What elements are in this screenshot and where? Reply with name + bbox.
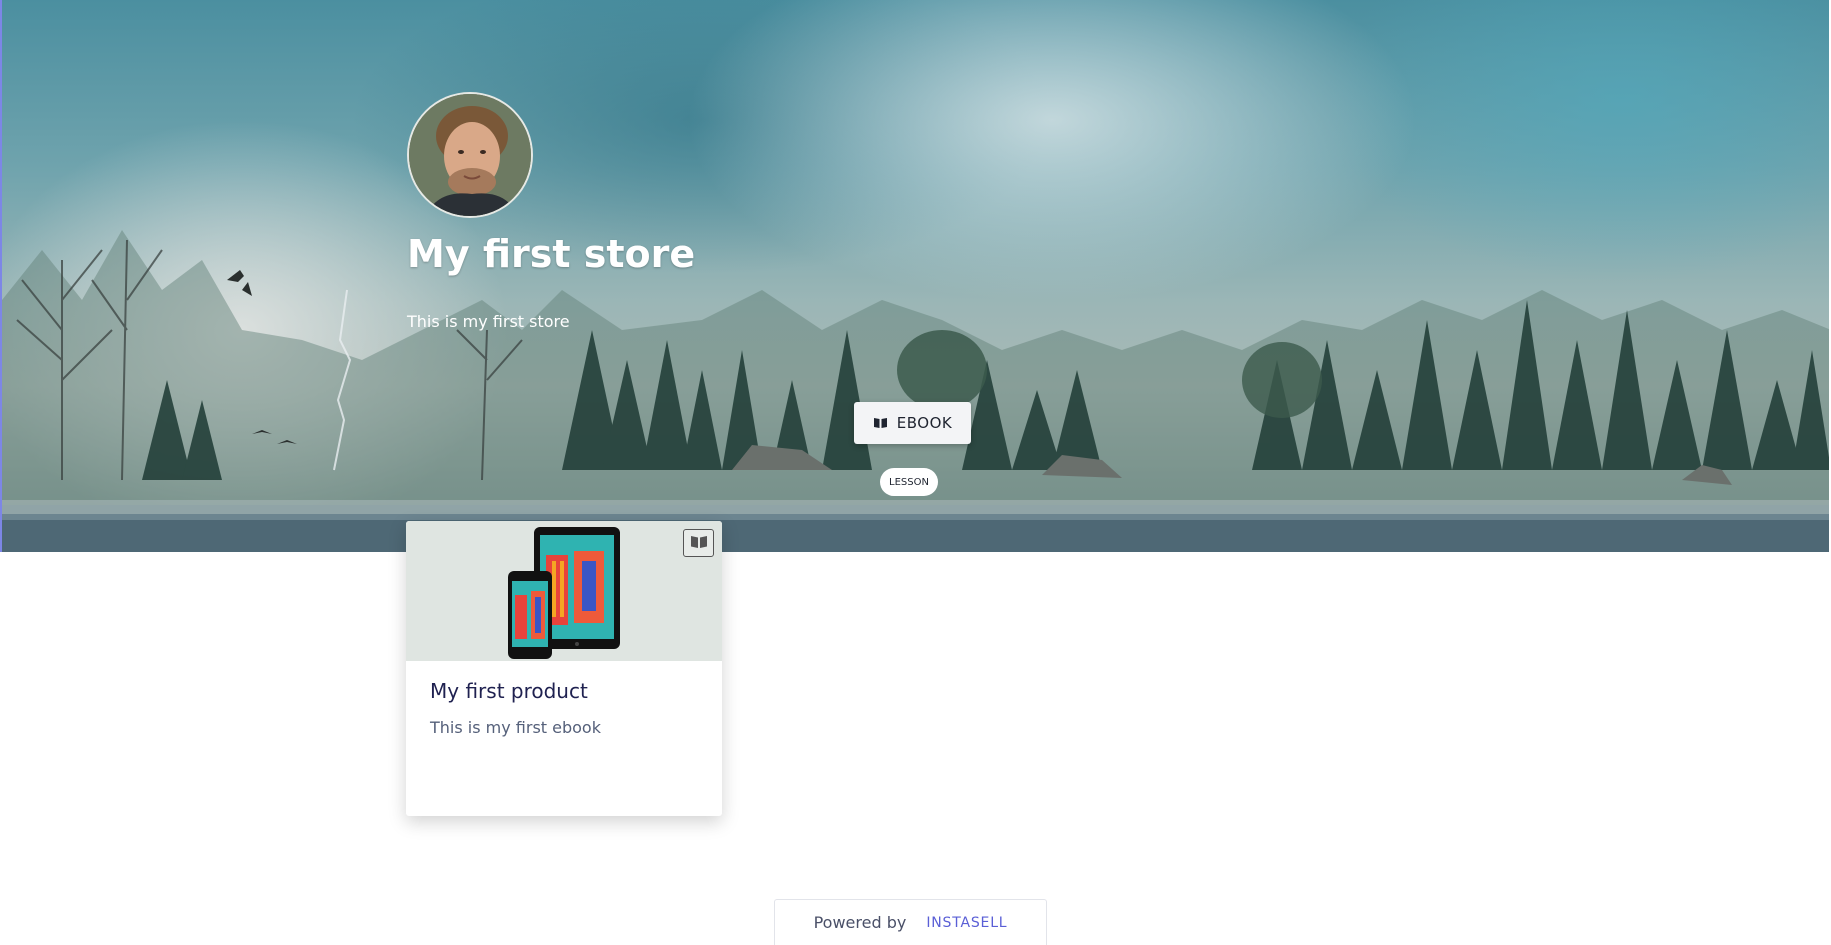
ebook-device-mockup <box>508 527 620 659</box>
product-title: My first product <box>430 679 588 703</box>
product-card[interactable]: My first product This is my first ebook <box>406 521 722 816</box>
store-description: This is my first store <box>407 312 570 331</box>
filter-lesson-label: LESSON <box>889 476 929 488</box>
store-avatar <box>407 92 533 218</box>
portrait-image <box>409 94 531 216</box>
store-hero-banner: My first store This is my first store EB… <box>0 0 1829 552</box>
product-type-badge <box>683 529 714 557</box>
powered-by-label: Powered by <box>813 913 907 932</box>
filter-ebook-button[interactable]: EBOOK <box>854 402 971 444</box>
product-description: This is my first ebook <box>430 718 601 737</box>
open-book-icon <box>690 534 708 553</box>
product-cover-image <box>406 521 722 661</box>
store-title: My first store <box>407 232 696 276</box>
open-book-icon <box>873 417 888 429</box>
instasell-brand-link[interactable]: INSTASELL <box>926 915 1007 931</box>
store-header <box>407 92 533 218</box>
filter-lesson-button[interactable]: LESSON <box>880 468 938 496</box>
powered-by-footer: Powered by INSTASELL <box>774 899 1047 945</box>
filter-ebook-label: EBOOK <box>896 414 953 432</box>
